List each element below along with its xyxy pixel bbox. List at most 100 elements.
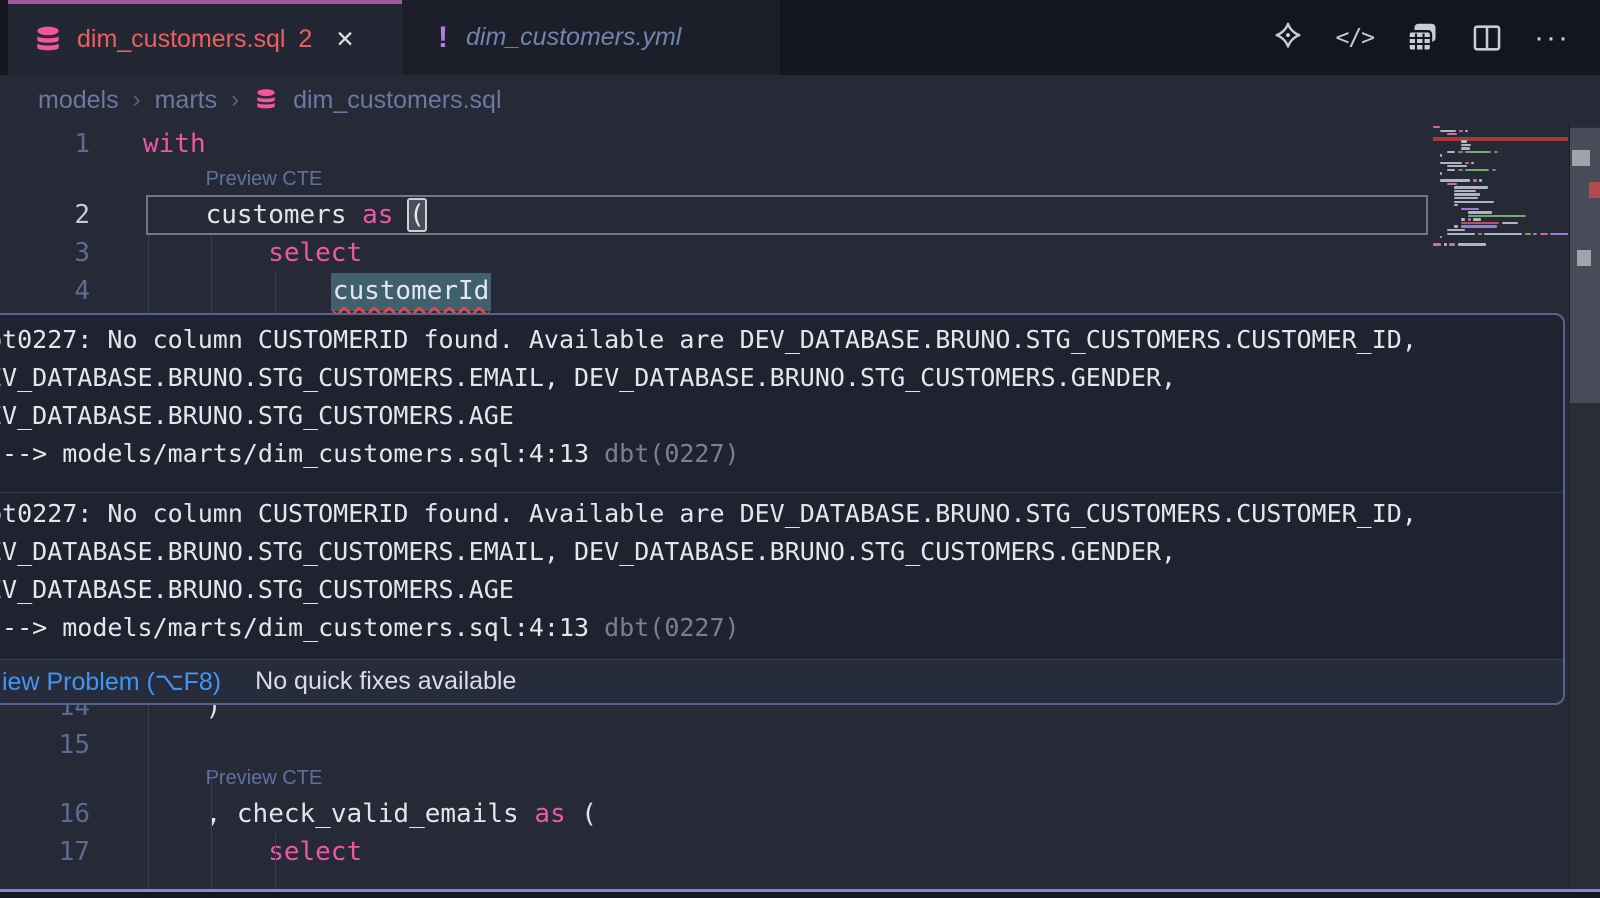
minimap-line	[1447, 169, 1496, 171]
error-token-customerid: customerId	[331, 273, 492, 311]
view-problem-link[interactable]: iew Problem (⌥F8)	[2, 667, 221, 697]
indent-guide	[211, 235, 212, 313]
breadcrumb-models[interactable]: models	[38, 86, 119, 115]
breadcrumb-file[interactable]: dim_customers.sql	[293, 86, 501, 115]
no-quick-fixes-label: No quick fixes available	[255, 667, 516, 696]
chevron-right-icon: ›	[133, 86, 141, 114]
code-token: (	[566, 799, 597, 829]
codelens-preview-cte[interactable]: Preview CTE	[206, 763, 323, 793]
minimap-line	[1440, 179, 1482, 181]
error-hover-popup: bt0227: No column CUSTOMERID found. Avai…	[0, 313, 1565, 705]
minimap-line	[1461, 147, 1470, 149]
minimap-line	[1454, 186, 1488, 188]
more-actions-icon[interactable]: ···	[1534, 28, 1570, 48]
minimap[interactable]	[1433, 126, 1568, 296]
minimap-token	[1454, 190, 1476, 192]
error-text-line: EV_DATABASE.BRUNO.STG_CUSTOMERS.EMAIL, D…	[0, 533, 1563, 571]
minimap-token	[1447, 133, 1457, 135]
tab-problem-badge: 2	[298, 25, 312, 54]
minimap-line	[1461, 140, 1467, 142]
minimap-token	[1468, 215, 1526, 217]
minimap-token	[1459, 130, 1463, 132]
minimap-line	[1447, 233, 1568, 235]
breadcrumb-marts[interactable]: marts	[155, 86, 218, 115]
code-token: , check_valid_emails	[206, 799, 535, 829]
database-icon	[32, 24, 64, 56]
minimap-line	[1454, 190, 1476, 192]
minimap-token	[1454, 201, 1494, 203]
code-line[interactable]: customers as (	[206, 196, 425, 234]
minimap-token	[1479, 179, 1482, 181]
minimap-line	[1447, 133, 1457, 135]
minimap-token	[1440, 162, 1462, 164]
minimap-token	[1502, 222, 1518, 224]
dbt-logo-icon[interactable]	[1271, 21, 1305, 55]
minimap-line	[1468, 211, 1492, 213]
code-line[interactable]: select	[268, 234, 362, 272]
minimap-token	[1440, 236, 1442, 238]
minimap-token	[1465, 130, 1468, 132]
minimap-token	[1473, 179, 1477, 181]
compiled-code-icon[interactable]: </>	[1335, 25, 1374, 51]
indent-guide	[148, 235, 149, 313]
error-message-block: bt0227: No column CUSTOMERID found. Avai…	[0, 315, 1563, 492]
code-line[interactable]: select	[268, 833, 362, 871]
code-line[interactable]: , check_valid_emails as (	[206, 795, 597, 833]
code-line[interactable]: with	[143, 125, 206, 163]
error-text-line: bt0227: No column CUSTOMERID found. Avai…	[0, 495, 1563, 533]
error-file-location[interactable]: --> models/marts/dim_customers.sql:4:13	[0, 613, 604, 642]
minimap-token	[1478, 233, 1482, 235]
error-file-location[interactable]: --> models/marts/dim_customers.sql:4:13	[0, 439, 604, 468]
minimap-token	[1444, 243, 1447, 245]
indent-guide	[275, 272, 276, 313]
code-line[interactable]: customerId	[331, 272, 492, 310]
code-token: customers	[206, 200, 363, 230]
minimap-token	[1550, 233, 1568, 235]
minimap-line	[1468, 215, 1526, 217]
query-results-icon[interactable]	[1404, 20, 1440, 56]
close-icon[interactable]: ✕	[335, 26, 354, 53]
minimap-token	[1492, 169, 1496, 171]
tab-dim-customers-sql[interactable]: dim_customers.sql 2 ✕	[8, 0, 402, 75]
minimap-token	[1461, 144, 1471, 146]
minimap-token	[1449, 243, 1455, 245]
line-number: 15	[0, 726, 90, 764]
code-token: with	[143, 129, 206, 159]
minimap-line	[1454, 193, 1480, 195]
codelens-preview-cte[interactable]: Preview CTE	[206, 164, 323, 194]
tab-dim-customers-yml[interactable]: ! dim_customers.yml	[402, 0, 780, 75]
overview-ruler-mark	[1572, 150, 1590, 166]
minimap-line	[1440, 154, 1442, 156]
split-editor-icon[interactable]	[1470, 21, 1504, 55]
minimap-line	[1440, 236, 1442, 238]
line-number: 3	[0, 234, 90, 272]
minimap-line	[1454, 204, 1458, 206]
minimap-token	[1465, 169, 1489, 171]
minimap-token	[1461, 208, 1479, 210]
minimap-token	[1471, 162, 1474, 164]
minimap-line	[1433, 126, 1440, 128]
minimap-token	[1433, 126, 1440, 128]
line-number: 16	[0, 795, 90, 833]
minimap-token	[1533, 233, 1537, 235]
indent-guide	[148, 705, 149, 889]
minimap-token	[1454, 193, 1480, 195]
line-number: 1	[0, 125, 90, 163]
warning-exclamation-icon: !	[438, 21, 448, 55]
minimap-error-line	[1433, 137, 1568, 141]
minimap-token	[1440, 130, 1456, 132]
minimap-token	[1440, 154, 1442, 156]
code-token: select	[268, 238, 362, 268]
error-location-line: --> models/marts/dim_customers.sql:4:13 …	[0, 609, 1563, 647]
error-text-line: EV_DATABASE.BRUNO.STG_CUSTOMERS.AGE	[0, 571, 1563, 609]
minimap-token	[1454, 204, 1458, 206]
editor-window: dim_customers.sql 2 ✕ ! dim_customers.ym…	[0, 0, 1600, 898]
line-number: 4	[0, 272, 90, 310]
minimap-token	[1447, 229, 1465, 231]
minimap-token	[1461, 222, 1499, 224]
minimap-divider	[1569, 123, 1570, 890]
database-icon	[253, 87, 279, 113]
minimap-line	[1461, 218, 1481, 220]
indent-guide	[211, 770, 212, 889]
code-token: as	[362, 200, 393, 230]
